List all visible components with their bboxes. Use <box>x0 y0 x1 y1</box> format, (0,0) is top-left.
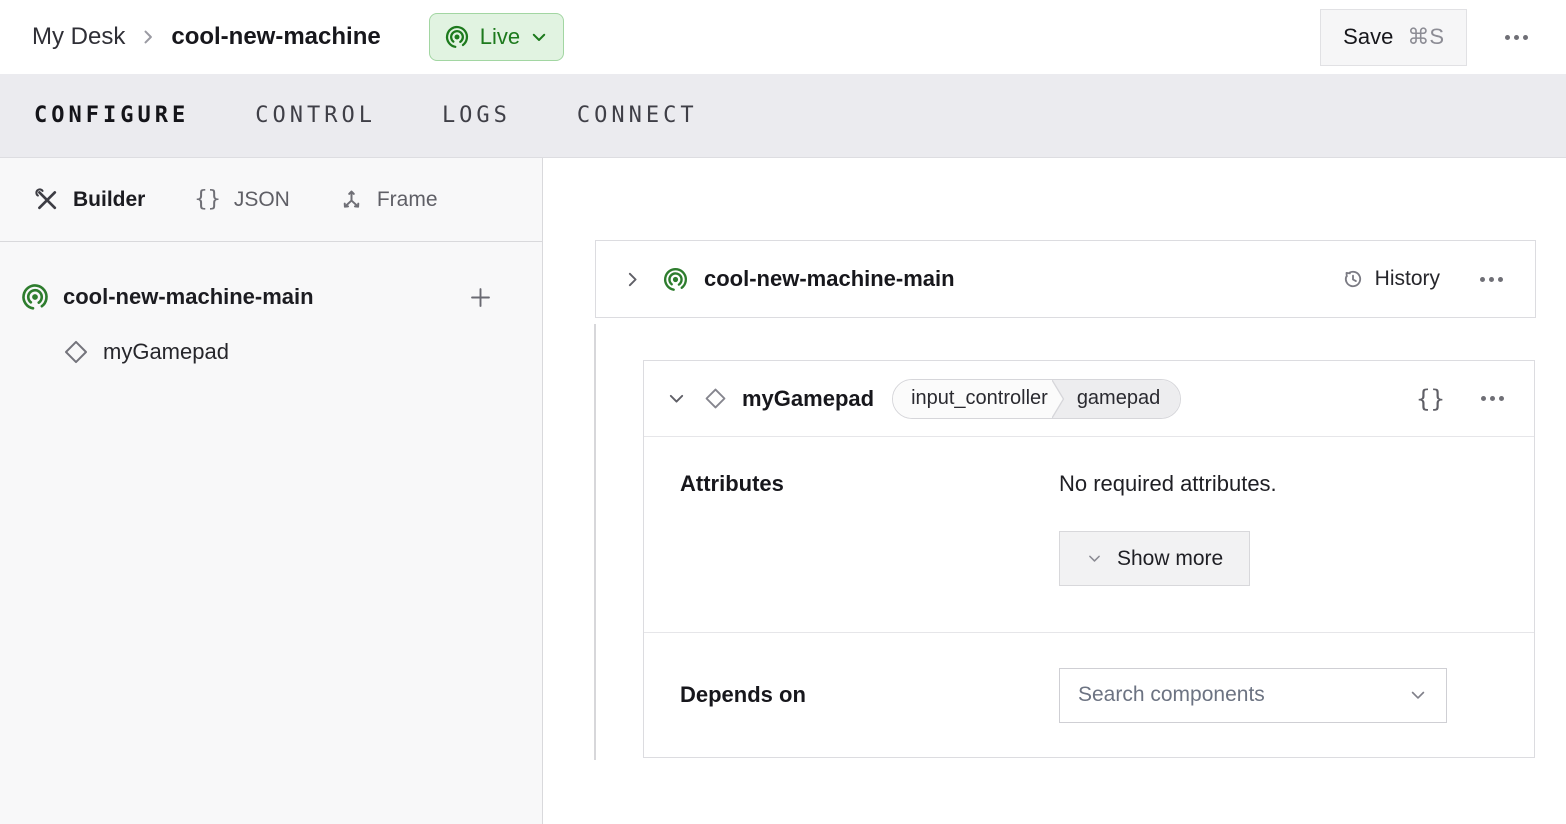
config-main-area: cool-new-machine-main History <box>543 158 1566 824</box>
view-tab-label: Frame <box>377 188 438 212</box>
breadcrumb: My Desk cool-new-machine <box>32 23 381 51</box>
history-clock-icon <box>1341 267 1365 291</box>
braces-icon: {} <box>194 187 221 212</box>
show-more-label: Show more <box>1117 547 1223 571</box>
view-tab-builder[interactable]: Builder <box>34 187 145 213</box>
tab-control[interactable]: CONTROL <box>255 103 376 128</box>
top-bar-actions: Save ⌘S <box>1320 9 1534 66</box>
top-bar: My Desk cool-new-machine Live Save <box>0 0 1566 74</box>
chevron-right-icon <box>138 27 158 47</box>
chevron-down-icon <box>1408 685 1428 705</box>
card-connector-line <box>594 324 596 760</box>
status-badge-label: Live <box>480 24 520 50</box>
component-type-badge: input_controller gamepad <box>892 379 1181 419</box>
live-broadcast-icon <box>444 24 470 50</box>
component-type: input_controller <box>893 380 1052 418</box>
history-button-label: History <box>1375 267 1440 291</box>
depends-on-section: Depends on <box>644 632 1534 757</box>
view-tab-label: Builder <box>73 188 145 212</box>
frame-axes-icon <box>339 187 364 212</box>
component-card-title: myGamepad <box>742 386 874 412</box>
component-model: gamepad <box>1067 380 1180 418</box>
machine-name: cool-new-machine <box>171 23 380 51</box>
tab-configure[interactable]: CONFIGURE <box>34 103 189 128</box>
breadcrumb-parent-link[interactable]: My Desk <box>32 23 125 51</box>
expand-chevron-icon[interactable] <box>622 269 643 290</box>
machine-part-card: cool-new-machine-main History <box>595 240 1536 318</box>
part-card-title: cool-new-machine-main <box>704 266 955 292</box>
depends-on-label: Depends on <box>680 682 1059 708</box>
builder-tools-icon <box>34 187 60 213</box>
attributes-label: Attributes <box>680 471 1059 632</box>
attributes-body: No required attributes. Show more <box>1059 471 1277 632</box>
search-components-input[interactable] <box>1078 683 1408 707</box>
attributes-empty-text: No required attributes. <box>1059 471 1277 497</box>
tree-part-name: cool-new-machine-main <box>63 284 314 310</box>
view-tab-label: JSON <box>234 188 290 212</box>
machine-status-badge[interactable]: Live <box>429 13 564 61</box>
save-shortcut-hint: ⌘S <box>1407 24 1444 50</box>
badge-chevron-separator <box>1052 380 1067 418</box>
add-component-button[interactable] <box>467 284 494 311</box>
chevron-down-icon <box>1086 550 1103 567</box>
component-card-header: myGamepad input_controller gamepad {} <box>644 361 1534 437</box>
overflow-menu-button[interactable] <box>1499 29 1534 46</box>
edit-json-icon[interactable]: {} <box>1416 385 1445 413</box>
tree-item-component[interactable]: myGamepad <box>20 330 522 374</box>
machine-nav-tabs: CONFIGURE CONTROL LOGS CONNECT <box>0 74 1566 158</box>
component-menu-button[interactable] <box>1475 390 1510 407</box>
view-tab-json[interactable]: {} JSON <box>194 187 290 212</box>
tab-logs[interactable]: LOGS <box>442 103 511 128</box>
component-card: myGamepad input_controller gamepad {} At… <box>643 360 1535 758</box>
machine-config-page: My Desk cool-new-machine Live Save <box>0 0 1566 824</box>
save-button[interactable]: Save ⌘S <box>1320 9 1467 66</box>
collapse-chevron-icon[interactable] <box>666 388 687 409</box>
config-sidebar: Builder {} JSON Frame <box>0 158 543 824</box>
save-button-label: Save <box>1343 24 1393 50</box>
machine-part-icon <box>662 266 689 293</box>
attributes-section: Attributes No required attributes. Show … <box>644 437 1534 632</box>
tree-component-name: myGamepad <box>103 339 229 365</box>
chevron-down-icon <box>530 28 548 46</box>
show-more-button[interactable]: Show more <box>1059 531 1250 586</box>
tree-item-machine-part[interactable]: cool-new-machine-main <box>20 275 522 319</box>
component-diamond-icon <box>703 386 728 411</box>
config-view-tabs: Builder {} JSON Frame <box>0 158 542 242</box>
component-diamond-icon <box>62 338 90 366</box>
history-button[interactable]: History <box>1341 267 1440 291</box>
machine-part-icon <box>20 282 50 312</box>
part-card-menu-button[interactable] <box>1474 271 1509 288</box>
component-tree: cool-new-machine-main myGamepad <box>0 242 542 374</box>
tab-connect[interactable]: CONNECT <box>577 103 698 128</box>
depends-on-select[interactable] <box>1059 668 1447 723</box>
view-tab-frame[interactable]: Frame <box>339 187 438 212</box>
